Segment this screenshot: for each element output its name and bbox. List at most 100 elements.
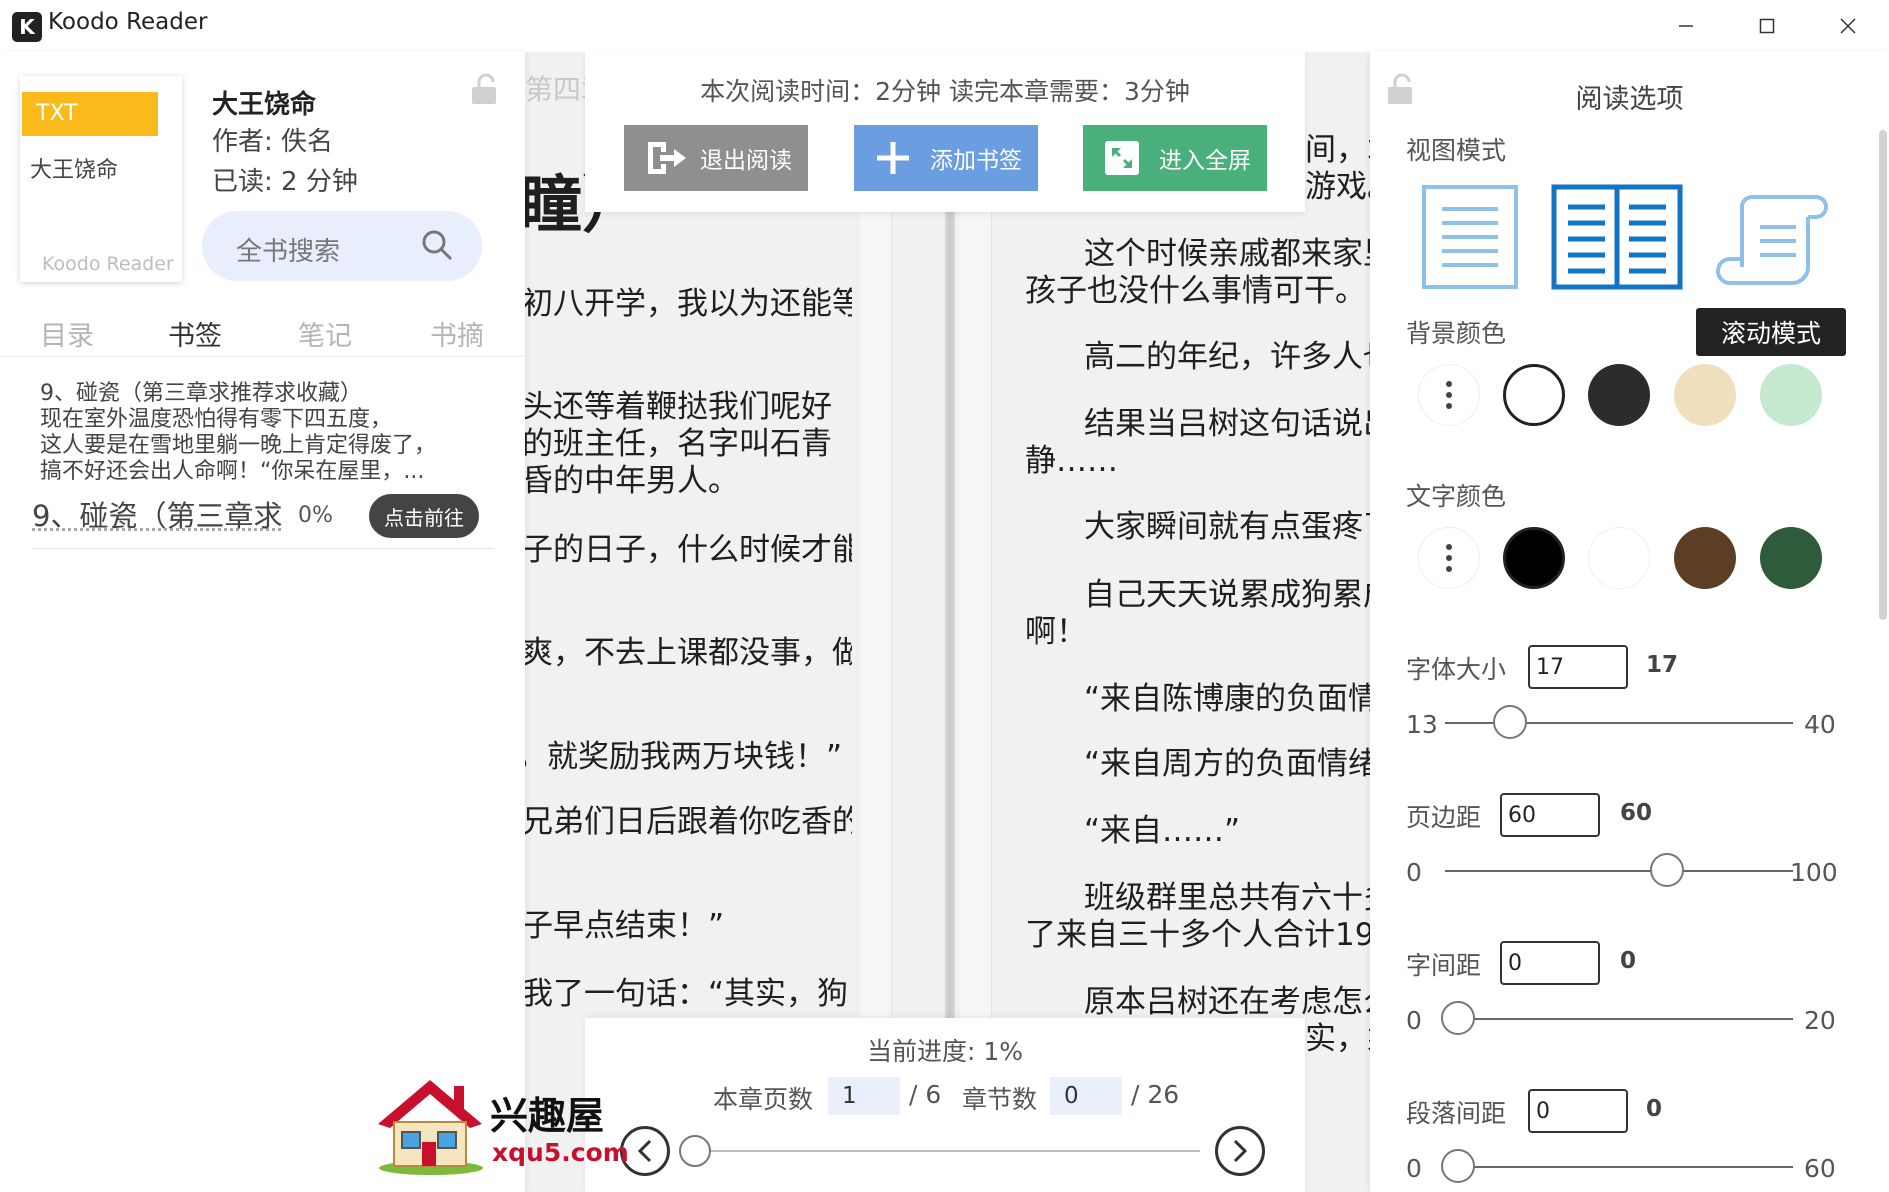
letter-spacing-slider-handle[interactable] [1441,1001,1475,1035]
sidebar-lock-button[interactable] [470,72,504,106]
watermark-text: 兴趣屋 [490,1094,605,1138]
bg-color-swatch[interactable] [1503,364,1565,426]
tab-bookmarks[interactable]: 书签 [168,314,222,353]
text-line: 结果当吕树这句话说出 [1084,406,1370,442]
letter-spacing-min: 0 [1406,1006,1422,1035]
font-size-input[interactable] [1528,645,1628,689]
margin-value: 60 [1620,800,1653,826]
text-line: 孩子也没什么事情可干。 [1025,273,1366,309]
scroll-mode-icon [1716,195,1828,285]
font-size-slider-handle[interactable] [1493,705,1528,739]
text-line: 高二的年纪，许多人也 [1084,339,1370,375]
progress-track[interactable] [690,1150,1200,1152]
bg-color-swatch[interactable] [1760,364,1822,426]
single-page-mode-button[interactable] [1420,183,1520,291]
exit-reading-button[interactable]: 退出阅读 [624,125,808,191]
more-dots-icon [1446,555,1452,561]
tab-contents[interactable]: 目录 [40,314,94,353]
tab-highlights[interactable]: 书摘 [430,314,484,353]
bookmark-snippet-line: 9、碰瓷（第三章求推荐求收藏） [40,381,362,406]
text-line: 大家瞬间就有点蛋疼了 [1084,509,1370,545]
chapter-page-input[interactable] [828,1077,900,1115]
fullscreen-icon [1105,141,1139,175]
scroll-mode-tooltip: 滚动模式 [1696,308,1846,356]
font-size-max: 40 [1804,710,1836,739]
maximize-button[interactable] [1727,0,1807,52]
text-color-swatch[interactable] [1760,527,1822,589]
text-line: “来自周方的负面情绪 [1084,746,1370,782]
search-label: 全书搜索 [236,237,341,267]
paragraph-spacing-track[interactable] [1445,1166,1793,1168]
text-line: 的班主任，名字叫石青 [522,426,832,462]
bookmark-goto-button[interactable]: 点击前往 [369,494,479,538]
chapter-page-label: 本章页数 [713,1085,814,1114]
bg-color-label: 背景颜色 [1406,319,1507,348]
letter-spacing-track[interactable] [1445,1018,1793,1020]
text-line: 爽，不去上课都没事，做 [522,635,852,671]
settings-title: 阅读选项 [1575,84,1684,115]
letter-spacing-input[interactable] [1500,941,1600,985]
exit-reading-label: 退出阅读 [700,148,792,174]
enter-fullscreen-label: 进入全屏 [1159,148,1251,174]
double-page-mode-button[interactable] [1550,183,1684,291]
paragraph-spacing-input[interactable] [1528,1089,1628,1133]
margin-slider-handle[interactable] [1649,853,1684,887]
font-size-value: 17 [1646,652,1679,678]
exit-icon [648,142,686,174]
bookmark-snippet-line: 这人要是在雪地里躺一晚上肯定得废了， [40,433,437,458]
minimize-button[interactable] [1646,0,1726,52]
bg-color-swatch[interactable] [1588,364,1650,426]
text-line: 实，乘 [1305,1021,1370,1057]
text-color-swatch[interactable] [1674,527,1736,589]
tab-divider [0,356,525,357]
bg-color-swatch[interactable] [1674,364,1736,426]
scroll-mode-button[interactable] [1712,183,1830,291]
close-icon [1840,18,1856,34]
house-logo-icon [372,1076,490,1180]
paragraph-spacing-label: 段落间距 [1406,1099,1507,1128]
cover-title: 大王饶命 [30,158,119,183]
progress-slider-handle[interactable] [679,1135,712,1167]
paragraph-spacing-min: 0 [1406,1154,1422,1183]
view-mode-label: 视图模式 [1406,136,1507,165]
bookmark-snippet-line: 搞不好还会出人命啊！“你呆在屋里，... [40,459,425,484]
add-bookmark-label: 添加书签 [930,148,1022,174]
format-badge: TXT [22,92,158,136]
book-author: 作者: 佚名 [212,127,334,157]
margin-input[interactable] [1500,793,1600,837]
bookmark-snippet: 9、碰瓷（第三章求推荐求收藏） 现在室外温度恐怕得有零下四五度， 这人要是在雪地… [40,381,445,485]
maximize-icon [1759,18,1775,34]
text-line: “来自陈博康的负面情绪 [1084,681,1370,717]
text-color-swatch[interactable] [1503,527,1565,589]
paragraph-spacing-max: 60 [1804,1154,1836,1183]
enter-fullscreen-button[interactable]: 进入全屏 [1083,125,1267,191]
window-title: Koodo Reader [48,9,208,35]
paragraph-spacing-slider-handle[interactable] [1441,1149,1475,1183]
reading-time-info: 本次阅读时间：2分钟 读完本章需要：3分钟 [700,77,1190,106]
text-line: 班级群里总共有六十多 [1084,880,1370,916]
text-line: 原本吕树还在考虑怎么 [1084,984,1370,1020]
close-button[interactable] [1808,0,1888,52]
text-line: 这个时候亲戚都来家里 [1084,236,1370,272]
tab-notes[interactable]: 笔记 [298,314,352,353]
text-line: 初八开学，我以为还能等 [522,286,852,322]
next-chapter-button[interactable] [1215,1126,1265,1176]
text-color-swatch[interactable] [1588,527,1650,589]
font-size-min: 13 [1406,710,1438,739]
add-bookmark-button[interactable]: 添加书签 [854,125,1038,191]
text-line: 子早点结束！” [522,908,725,944]
chapter-number-label: 章节数 [962,1085,1038,1114]
chapter-number-input[interactable] [1050,1077,1122,1115]
text-line: 游戏。 [1305,169,1370,205]
text-color-more-button[interactable] [1418,527,1480,589]
app-icon: K [12,12,42,42]
chevron-left-icon [637,1139,652,1163]
bookmark-percent: 0% [298,503,333,528]
bg-color-more-button[interactable] [1418,364,1480,426]
margin-track[interactable] [1445,870,1793,872]
settings-scrollbar[interactable] [1879,130,1887,620]
text-line: 子的日子，什么时候才能 [522,532,852,568]
letter-spacing-value: 0 [1620,948,1637,974]
text-line: 了来自三十多个人合计190 [1025,917,1370,953]
single-page-icon [1422,185,1518,289]
